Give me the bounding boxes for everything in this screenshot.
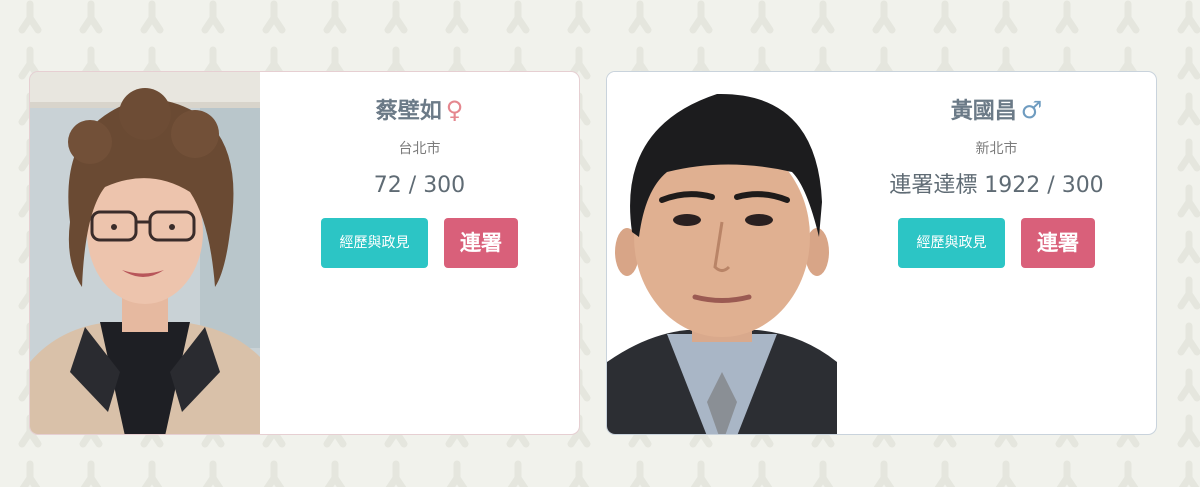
candidate-city: 新北市 (975, 141, 1018, 157)
candidate-name-text: 蔡壁如 (375, 99, 442, 124)
action-buttons: 經歷與政見 連署 (837, 218, 1156, 268)
candidate-name: 黃國昌 ♂ (837, 95, 1156, 125)
sign-button[interactable]: 連署 (1021, 218, 1095, 268)
signature-count: 72 / 300 (373, 173, 466, 198)
candidate-photo (607, 72, 837, 434)
candidate-card: 黃國昌 ♂ 新北市 連署達標 1922 / 300 經歷與政見 連署 (606, 71, 1157, 435)
sign-button[interactable]: 連署 (444, 218, 518, 268)
candidate-info: 蔡壁如 ♀ 台北市 72 / 300 經歷與政見 連署 (260, 72, 579, 434)
candidate-city: 台北市 (398, 141, 441, 157)
bio-button[interactable]: 經歷與政見 (321, 218, 428, 268)
candidate-info: 黃國昌 ♂ 新北市 連署達標 1922 / 300 經歷與政見 連署 (837, 72, 1156, 434)
candidate-photo (30, 72, 260, 434)
candidate-name: 蔡壁如 ♀ (260, 95, 579, 125)
signature-count: 連署達標 1922 / 300 (889, 173, 1104, 198)
candidate-card: 蔡壁如 ♀ 台北市 72 / 300 經歷與政見 連署 (29, 71, 580, 435)
male-icon: ♂ (1020, 96, 1043, 124)
candidate-name-text: 黃國昌 (950, 99, 1017, 124)
bio-button[interactable]: 經歷與政見 (898, 218, 1005, 268)
action-buttons: 經歷與政見 連署 (260, 218, 579, 268)
female-icon: ♀ (445, 96, 464, 124)
